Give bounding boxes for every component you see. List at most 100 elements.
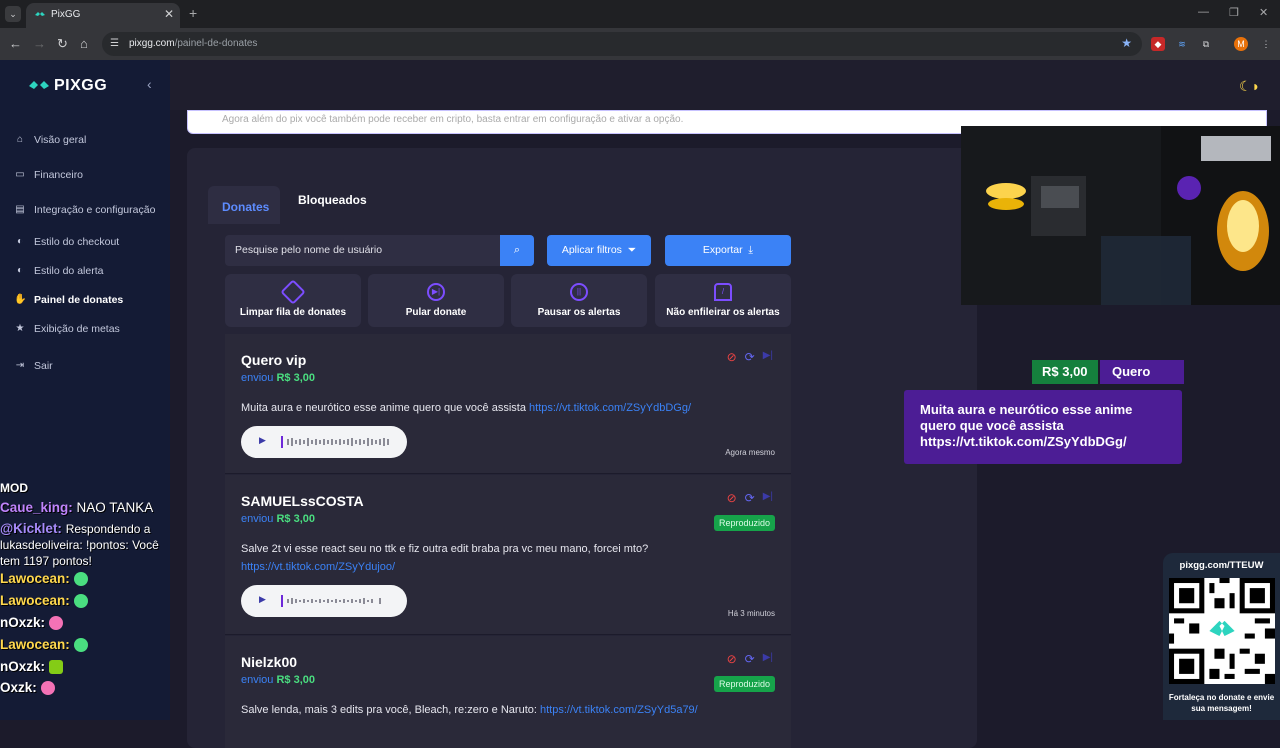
donate-item: Quero vip enviou R$ 3,00 ⊘ ⟳ ▶| Muita au…	[225, 334, 791, 474]
pepe-emote-icon	[73, 572, 88, 587]
brand-name: PIXGG	[54, 77, 108, 94]
sidebar-item-label: Integração e configuração	[34, 204, 156, 216]
replay-icon[interactable]: ⟳	[745, 491, 755, 505]
block-icon[interactable]: ⊘	[727, 652, 737, 666]
skip-donate-button[interactable]: ▶| Pular donate	[368, 274, 504, 327]
play-icon[interactable]: ▶	[259, 594, 266, 605]
play-icon[interactable]: ▶	[259, 435, 266, 446]
close-window-icon[interactable]: ✕	[1259, 6, 1268, 19]
sidebar-item-label: Painel de donates	[34, 294, 124, 306]
skip-icon[interactable]: ▶|	[763, 652, 773, 666]
donate-amount: R$ 3,00	[276, 674, 316, 686]
minimize-icon[interactable]: —	[1198, 6, 1209, 18]
url-path: /painel-de-donates	[174, 38, 258, 49]
audio-player[interactable]: ▶	[241, 585, 407, 617]
chat-user: nOxzk:	[0, 615, 46, 630]
export-button[interactable]: Exportar ⤓	[665, 235, 791, 266]
qr-url: pixgg.com/TTEUW	[1179, 560, 1264, 571]
action-label: Não enfileirar os alertas	[666, 307, 780, 318]
donate-message-text: Muita aura e neurótico esse anime quero …	[241, 402, 526, 414]
sidebar-item-painel-donates[interactable]: ✋ Painel de donates	[14, 294, 123, 306]
chat-line: @Kicklet: Respondendo a lukasdeoliveira:…	[0, 521, 168, 569]
sent-label: enviou	[241, 372, 274, 384]
donate-message-text: Salve lenda, mais 3 edits pra você, Blea…	[241, 704, 537, 716]
new-tab-button[interactable]: +	[189, 5, 197, 21]
address-bar[interactable]: ☰ pixgg.com/painel-de-donates ★	[102, 32, 1142, 56]
bookmark-star-icon[interactable]: ★	[1121, 36, 1132, 50]
qr-caption: Fortaleça no donate e envie sua mensagem…	[1168, 693, 1275, 713]
extension-wave-icon[interactable]: ≋	[1175, 37, 1189, 51]
browser-menu-icon[interactable]: ⋮	[1259, 37, 1273, 51]
apply-filters-label: Aplicar filtros	[561, 244, 622, 256]
donate-item: SAMUELssCOSTA enviou R$ 3,00 ⊘ ⟳ ▶| Repr…	[225, 475, 791, 635]
sidebar-item-financeiro[interactable]: ▭ Financeiro	[14, 169, 83, 181]
block-icon[interactable]: ⊘	[727, 350, 737, 364]
sidebar-item-sair[interactable]: ⇥ Sair	[14, 360, 53, 372]
skip-icon[interactable]: ▶|	[763, 491, 773, 505]
sidebar-item-label: Exibição de metas	[34, 323, 120, 335]
donate-time: Agora mesmo	[725, 448, 775, 457]
chat-user: nOxzk:	[0, 659, 46, 674]
chat-line: Caue_king: NAO TANKA	[0, 500, 153, 515]
status-badge: Reproduzido	[713, 515, 775, 531]
sidebar-item-integracao[interactable]: ▤ Integração e configuração	[14, 204, 155, 216]
stream-chat-overlay: MOD Caue_king: NAO TANKA @Kicklet: Respo…	[0, 480, 170, 720]
pause-alerts-button[interactable]: || Pausar os alertas	[511, 274, 647, 327]
apply-filters-button[interactable]: Aplicar filtros ⏷	[547, 235, 651, 266]
profile-avatar[interactable]: M	[1234, 37, 1248, 51]
tab-donates-label[interactable]: Donates	[222, 200, 269, 214]
donate-item: Nielzk00 enviou R$ 3,00 ⊘ ⟳ ▶| Reproduzi…	[225, 636, 791, 748]
sidebar-item-exibicao-metas[interactable]: ★ Exibição de metas	[14, 323, 120, 335]
donate-amount: R$ 3,00	[276, 372, 316, 384]
extension-shield-icon[interactable]: ◆	[1151, 37, 1165, 51]
skip-icon[interactable]: ▶|	[763, 350, 773, 364]
audio-player[interactable]: ▶	[241, 426, 407, 458]
theme-toggle-icon[interactable]: ☾◗	[1239, 78, 1260, 95]
home-icon[interactable]: ⌂	[80, 36, 88, 51]
forward-icon[interactable]: →	[33, 36, 46, 51]
browser-tab[interactable]: PixGG ✕	[26, 3, 180, 28]
donut-emote-icon	[40, 681, 55, 696]
no-queue-alerts-button[interactable]: / Não enfileirar os alertas	[655, 274, 791, 327]
tab-search-button[interactable]: ⌄	[5, 6, 21, 22]
tab-close-icon[interactable]: ✕	[164, 7, 174, 21]
settings-icon: ▤	[15, 204, 25, 215]
sidebar-item-estilo-alerta[interactable]: ◐ Estilo do alerta	[14, 265, 104, 277]
qr-code-widget: pixgg.com/TTEUW Fortaleça no donate e en…	[1163, 553, 1280, 720]
donate-link[interactable]: https://vt.tiktok.com/ZSyYd5a79/	[540, 704, 698, 716]
restore-icon[interactable]: ❐	[1229, 6, 1239, 19]
block-icon[interactable]: ⊘	[727, 491, 737, 505]
export-label: Exportar	[702, 244, 743, 256]
browser-tab-bar: ⌄ PixGG ✕ + — ❐ ✕	[0, 0, 1280, 28]
tab-bloqueados[interactable]: Bloqueados	[298, 193, 367, 207]
donate-link[interactable]: https://vt.tiktok.com/ZSyYdujoo/	[241, 561, 395, 573]
clear-queue-button[interactable]: Limpar fila de donates	[225, 274, 361, 327]
search-icon: ⌕	[513, 244, 521, 256]
site-info-icon[interactable]: ☰	[110, 38, 119, 49]
palette-icon: ◐	[16, 236, 24, 247]
notice-text: Agora além do pix você também pode receb…	[222, 114, 684, 125]
search-button[interactable]: ⌕	[500, 235, 534, 266]
donate-alert-overlay: R$ 3,00 Quero vip Muita aura e neurótico…	[904, 360, 1184, 464]
donate-message-text: Salve 2t vi esse react seu no ttk e fiz …	[241, 543, 649, 555]
brand-logo[interactable]: PIXGG	[28, 77, 107, 95]
pixgg-favicon-icon	[35, 12, 45, 16]
sidebar-item-visao-geral[interactable]: ⌂ Visão geral	[14, 134, 86, 146]
donate-link[interactable]: https://vt.tiktok.com/ZSyYdbDGg/	[529, 402, 691, 414]
search-input[interactable]: Pesquise pelo nome de usuário	[225, 235, 500, 266]
sidebar-item-estilo-checkout[interactable]: ◐ Estilo do checkout	[14, 236, 119, 248]
donut-emote-icon	[48, 616, 63, 631]
sent-label: enviou	[241, 674, 274, 686]
waveform-icon	[281, 595, 381, 607]
reload-icon[interactable]: ↻	[57, 36, 68, 52]
logout-icon: ⇥	[15, 360, 25, 371]
back-icon[interactable]: ←	[9, 36, 22, 51]
replay-icon[interactable]: ⟳	[745, 350, 755, 364]
frog-emote-icon	[48, 660, 63, 675]
donor-name: SAMUELssCOSTA	[241, 493, 364, 509]
chat-message: NAO TANKA	[76, 500, 154, 515]
palette-icon: ◐	[16, 265, 24, 276]
extensions-puzzle-icon[interactable]: ⧉	[1199, 37, 1213, 51]
replay-icon[interactable]: ⟳	[745, 652, 755, 666]
collapse-sidebar-icon[interactable]: ‹	[147, 76, 152, 92]
